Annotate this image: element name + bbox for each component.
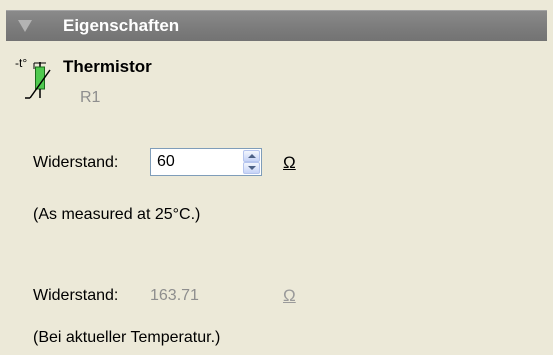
measured-note: (As measured at 25°C.) [33,206,201,223]
spin-up-button[interactable] [243,150,260,162]
thermistor-icon-caption: -t° [15,56,27,70]
thermistor-icon: -t° [15,56,51,99]
collapse-triangle-icon[interactable] [18,20,32,32]
current-resistance-label: Widerstand: [33,287,119,304]
resistance-spinner[interactable] [243,150,260,174]
resistance-input[interactable] [153,151,239,173]
component-id: R1 [80,89,101,106]
chevron-down-icon [248,166,256,170]
current-temperature-note: (Bei aktueller Temperatur.) [33,329,221,346]
properties-header[interactable]: Eigenschaften [6,10,547,41]
current-resistance-value: 163.71 [150,287,199,304]
properties-panel: Eigenschaften -t° Thermistor R1 Widersta… [0,0,553,355]
properties-title: Eigenschaften [63,16,180,35]
resistance-unit-link[interactable]: Ω [283,153,296,173]
chevron-up-icon [248,154,256,158]
current-resistance-unit: Ω [283,286,296,305]
resistance-label: Widerstand: [33,154,119,171]
component-name: Thermistor [63,57,152,76]
resistance-stepper[interactable] [150,148,262,176]
spin-down-button[interactable] [243,162,260,174]
